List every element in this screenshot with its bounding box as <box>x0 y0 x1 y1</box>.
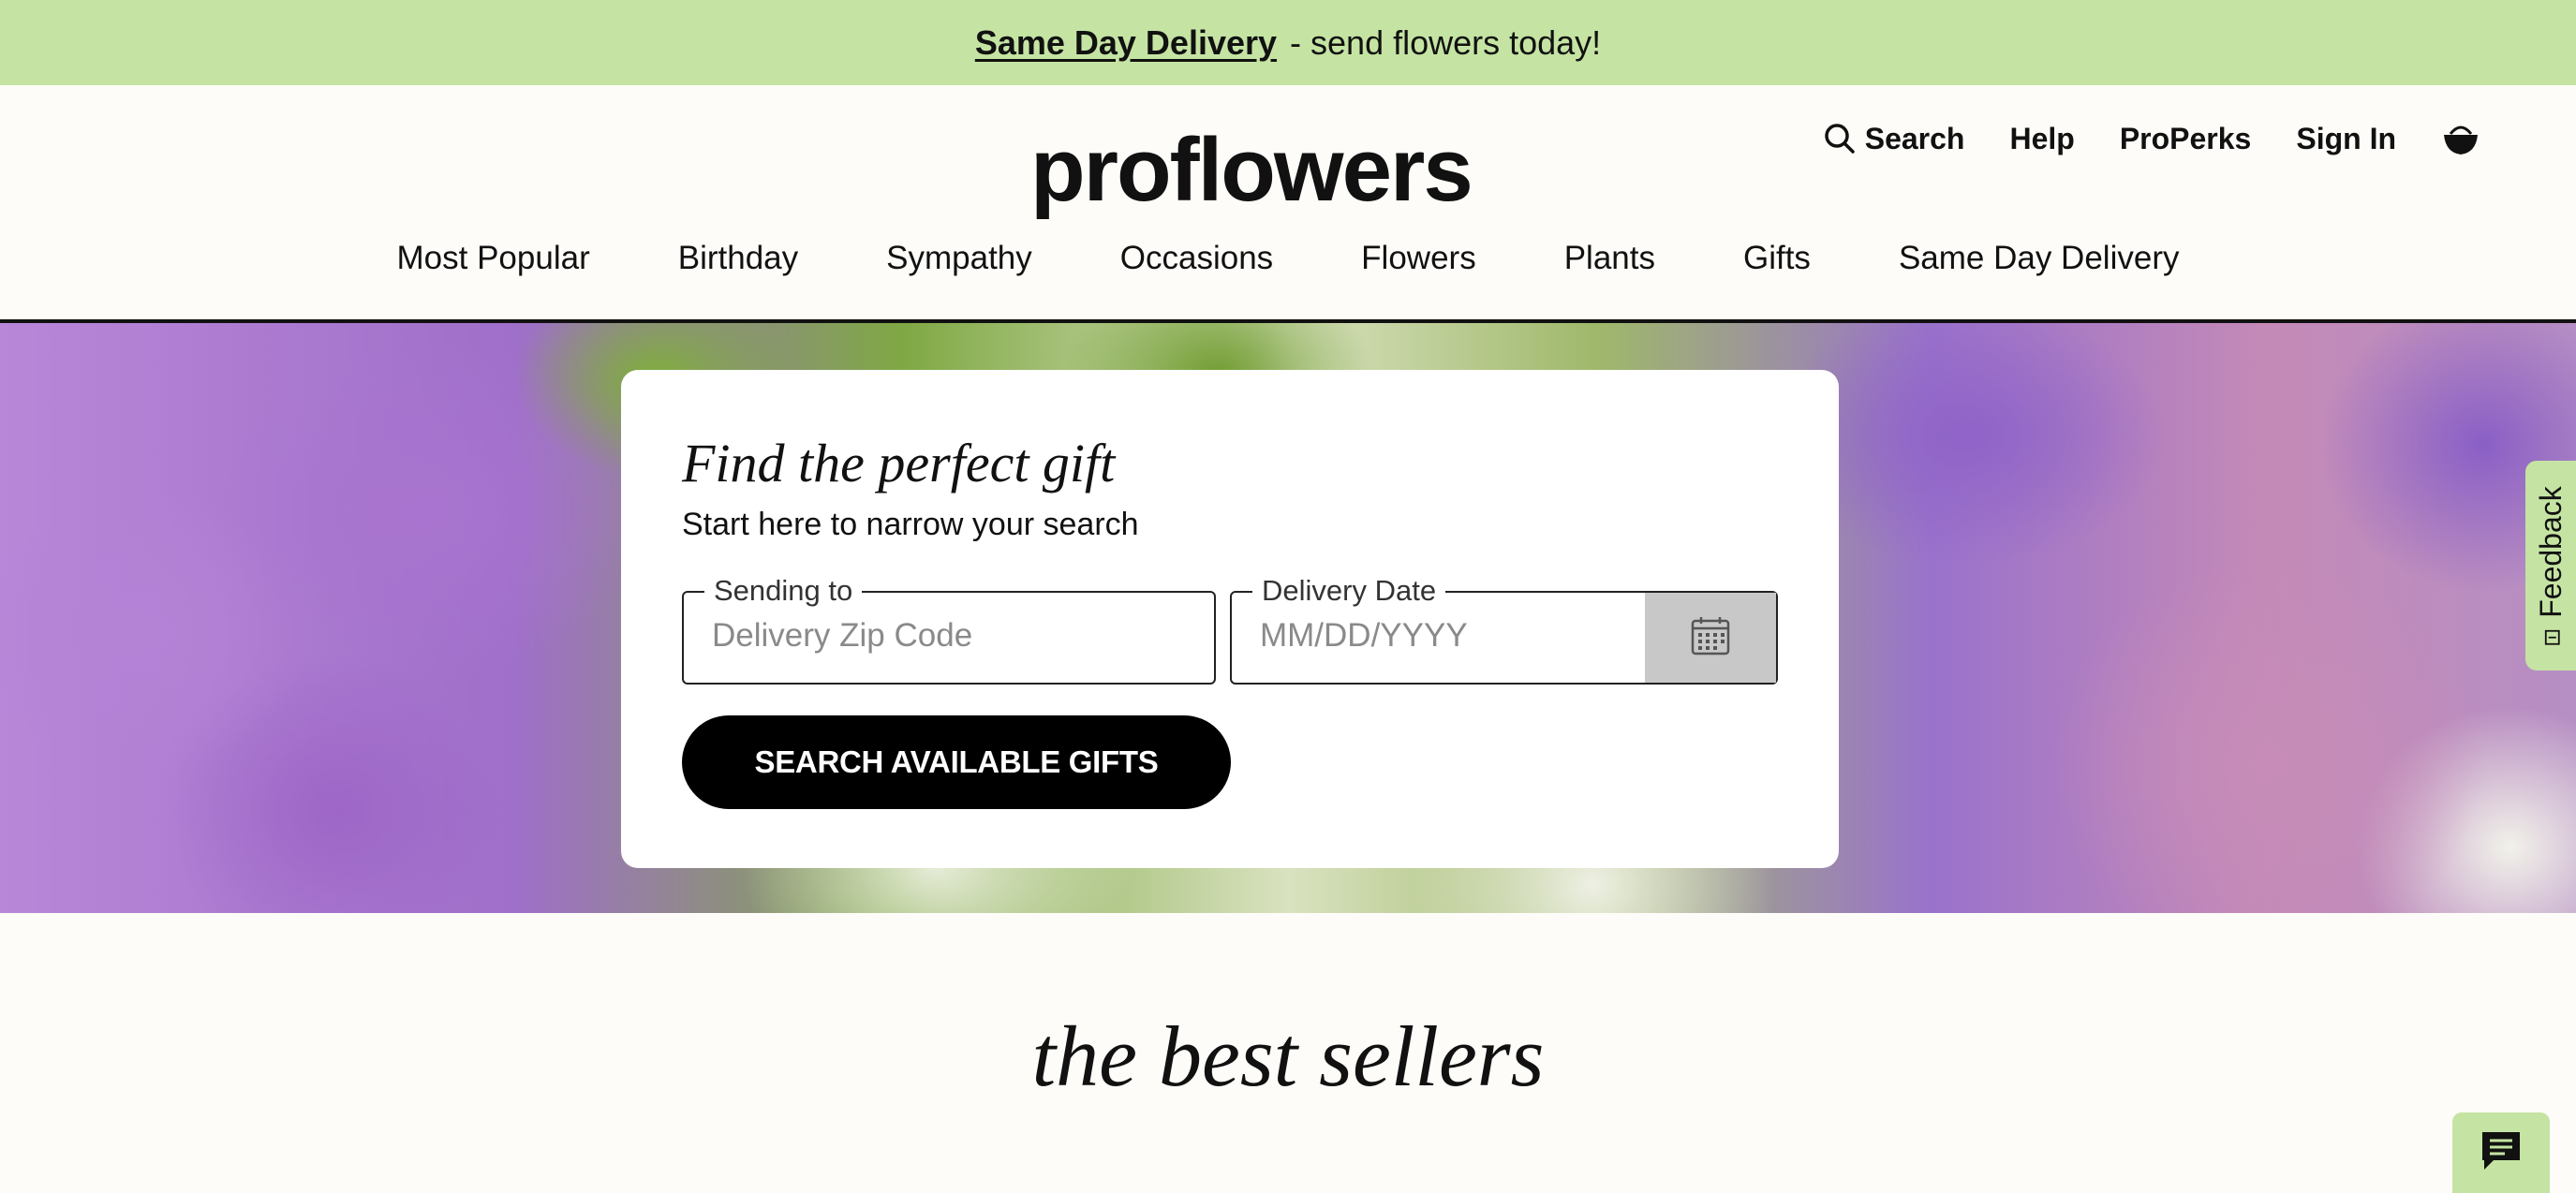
nav-occasions[interactable]: Occasions <box>1120 240 1273 277</box>
gift-finder-card: Find the perfect gift Start here to narr… <box>621 370 1839 868</box>
promo-text: - send flowers today! <box>1290 22 1602 62</box>
search-link[interactable]: Search <box>1824 121 1965 156</box>
main-nav: Most Popular Birthday Sympathy Occasions… <box>0 240 2576 277</box>
chat-icon <box>2479 1128 2524 1178</box>
date-input[interactable] <box>1260 617 1653 655</box>
feedback-label: Feedback <box>2533 485 2568 618</box>
zip-field: Sending to <box>682 574 1216 685</box>
site-header: proflowers Search Help ProPerks Sign In … <box>0 85 2576 323</box>
nav-sympathy[interactable]: Sympathy <box>886 240 1032 277</box>
calendar-button[interactable] <box>1645 593 1776 683</box>
nav-gifts[interactable]: Gifts <box>1743 240 1811 277</box>
gift-finder-title: Find the perfect gift <box>682 433 1116 493</box>
feedback-icon <box>2534 628 2569 645</box>
search-icon <box>1824 123 1856 155</box>
best-sellers-heading: the best sellers <box>1031 1009 1545 1104</box>
search-label: Search <box>1864 121 1965 155</box>
date-field: Delivery Date <box>1230 574 1778 685</box>
properks-link[interactable]: ProPerks <box>2120 122 2252 156</box>
cart-button[interactable] <box>2441 119 2480 158</box>
gift-finder-subtitle: Start here to narrow your search <box>682 507 1139 542</box>
feedback-tab[interactable]: Feedback <box>2525 461 2576 670</box>
nav-most-popular[interactable]: Most Popular <box>397 240 590 277</box>
nav-same-day-delivery[interactable]: Same Day Delivery <box>1899 240 2180 277</box>
utility-nav: Search Help ProPerks Sign In <box>1824 119 2480 158</box>
search-available-gifts-button[interactable]: SEARCH AVAILABLE GIFTS <box>682 715 1231 809</box>
zip-label: Sending to <box>704 574 863 608</box>
promo-banner: Same Day Delivery - send flowers today! <box>0 0 2576 85</box>
date-label: Delivery Date <box>1252 574 1446 608</box>
basket-icon <box>2441 119 2480 158</box>
sign-in-link[interactable]: Sign In <box>2296 122 2396 156</box>
logo[interactable]: proflowers <box>1030 121 1473 220</box>
calendar-icon <box>1690 615 1731 661</box>
same-day-delivery-link[interactable]: Same Day Delivery <box>975 23 1277 63</box>
nav-flowers[interactable]: Flowers <box>1361 240 1476 277</box>
help-link[interactable]: Help <box>2009 122 2074 156</box>
nav-birthday[interactable]: Birthday <box>678 240 798 277</box>
nav-plants[interactable]: Plants <box>1564 240 1655 277</box>
chat-button[interactable] <box>2452 1112 2550 1193</box>
zip-input[interactable] <box>712 617 1162 655</box>
